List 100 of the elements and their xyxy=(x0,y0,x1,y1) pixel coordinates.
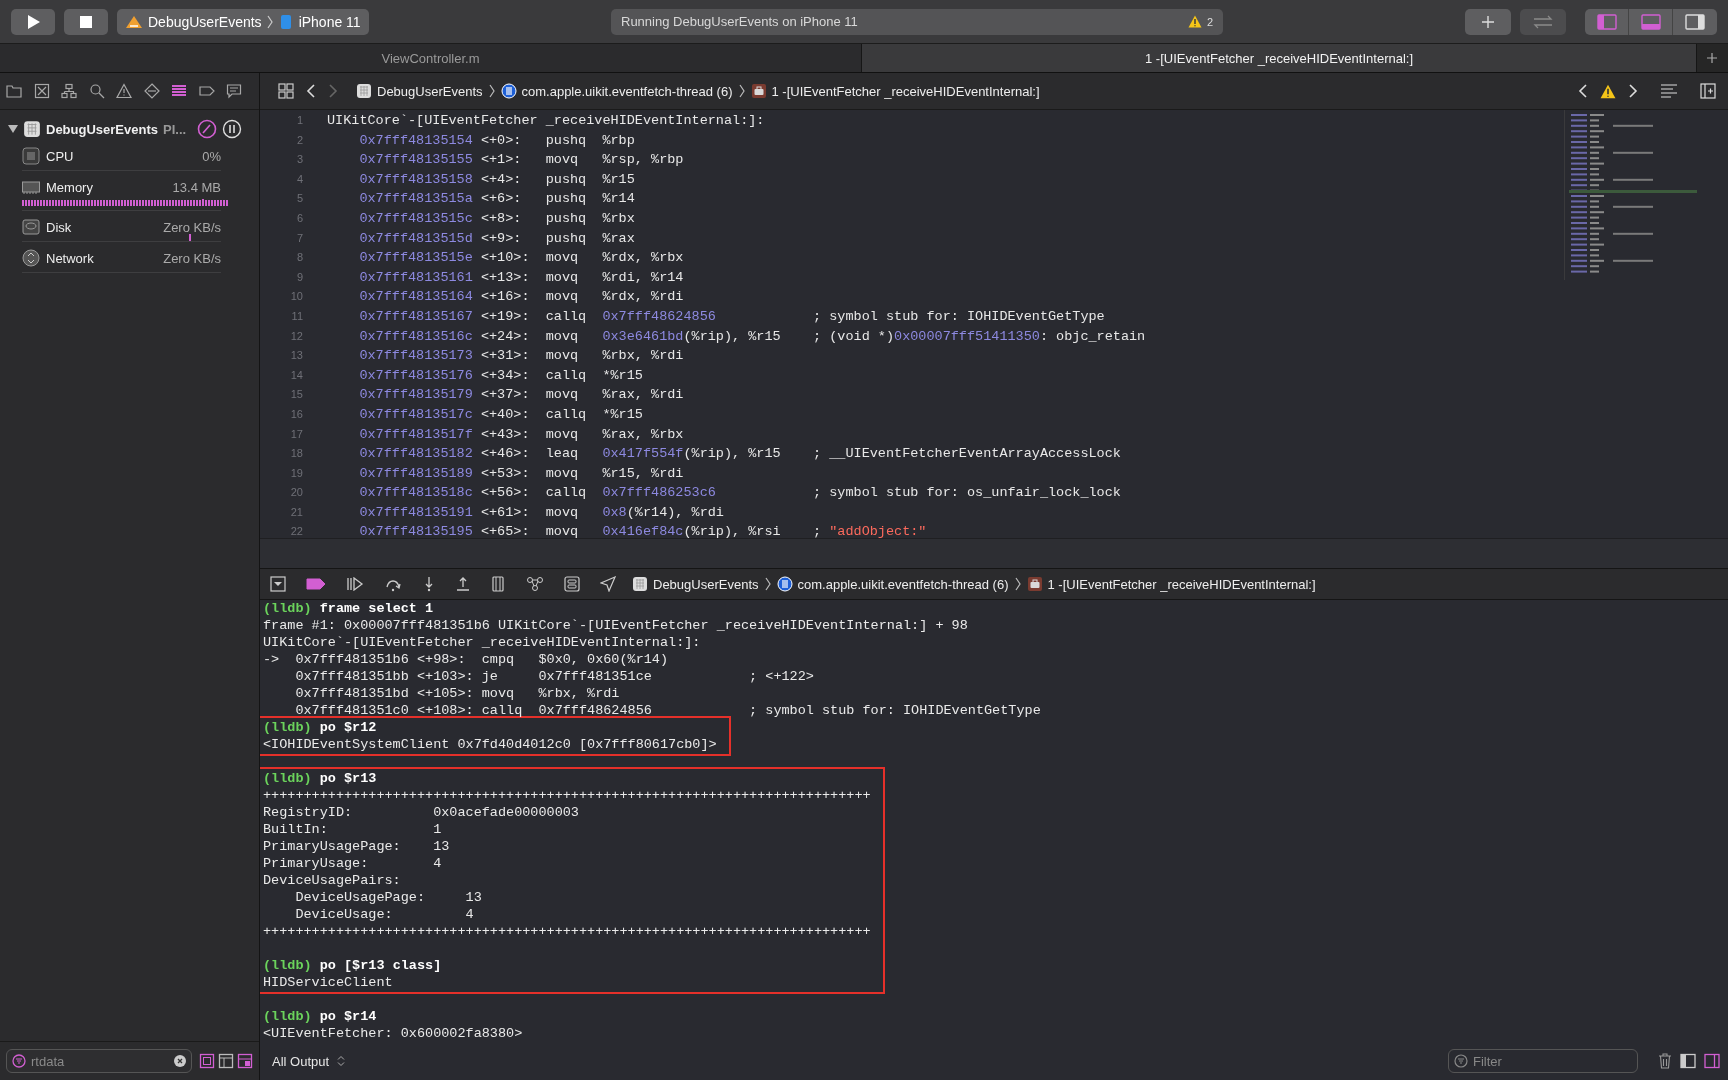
line-number: 20 xyxy=(289,485,303,501)
instruction-address: 0x7fff48135155 xyxy=(359,151,473,170)
console-command: (lldb) po [$r13 class] xyxy=(263,958,442,973)
editor-tab[interactable]: 1 -[UIEventFetcher _receiveHIDEventInternal:] xyxy=(862,44,1697,72)
instruction-mnemonic: pushq xyxy=(545,210,587,226)
breadcrumb-item[interactable]: com.apple.uikit.eventfetch-thread (6) xyxy=(500,83,733,99)
instruction-mnemonic: movq xyxy=(545,387,579,403)
instruction-mnemonic: movq xyxy=(545,524,579,538)
instruction-mnemonic: movq xyxy=(545,269,579,285)
process-name[interactable]: DebugUserEvents xyxy=(46,121,158,137)
instruction-address: 0x7fff48135179 xyxy=(359,386,473,405)
breadcrumb-item[interactable]: DebugUserEvents xyxy=(632,576,759,592)
instruction-offset: <+43>: xyxy=(480,425,530,444)
instruction-address: 0x7fff48135164 xyxy=(359,288,473,307)
code-comment: ; symbol stub for: IOHIDEventGetType xyxy=(813,307,1105,326)
line-number: 19 xyxy=(289,465,303,481)
navigator-filter-field[interactable]: rtdata xyxy=(6,1049,192,1073)
instruction-mnemonic: movq xyxy=(545,328,579,344)
instruction-address: 0x7fff4813515e xyxy=(359,249,473,268)
instruction-operands: %r15 xyxy=(602,171,635,187)
line-number: 21 xyxy=(289,504,303,520)
gauge-value: 0% xyxy=(202,148,221,164)
instruction-address: 0x7fff4813517f xyxy=(359,425,473,444)
gauge-row[interactable]: Network Zero KB/s xyxy=(22,242,221,273)
instruction-mnemonic: pushq xyxy=(545,132,587,148)
line-number: 18 xyxy=(289,446,303,462)
instruction-mnemonic: movq xyxy=(545,289,579,305)
console-output: HIDServiceClient xyxy=(263,974,394,991)
console-output: RegistryID: 0x0acefade00000003 xyxy=(263,804,580,821)
console-filter-field[interactable]: Filter xyxy=(1448,1049,1638,1073)
instruction-address: 0x7fff48135176 xyxy=(359,366,473,385)
console-output: DeviceUsage: 4 xyxy=(294,906,475,923)
instruction-mnemonic: pushq xyxy=(545,191,587,207)
instruction-operands: %rdi, %r14 xyxy=(602,269,684,285)
gauge-label: Memory xyxy=(46,179,94,195)
instruction-mnemonic: callq xyxy=(545,308,587,324)
device-name[interactable]: iPhone 11 xyxy=(298,13,361,30)
gauge-label: Network xyxy=(46,250,95,266)
line-number: 1 xyxy=(295,113,303,128)
instruction-address: 0x7fff48135189 xyxy=(359,464,473,483)
instruction-address: 0x7fff48135191 xyxy=(359,503,473,522)
instruction-offset: <+46>: xyxy=(480,445,530,464)
console-output: UIKitCore`-[UIEventFetcher _receiveHIDEventInternal:]: xyxy=(263,634,702,651)
line-number: 15 xyxy=(289,387,303,403)
instruction-mnemonic: movq xyxy=(545,348,579,364)
instruction-operands: %rbp xyxy=(602,132,635,148)
line-number: 6 xyxy=(295,210,303,226)
line-number: 7 xyxy=(295,230,303,246)
instruction-offset: <+0>: xyxy=(480,131,522,150)
console-output: +++++++++++++++++++++++++++++++++++++++++++++++++++++++++++++++++++++++++++ xyxy=(263,787,871,804)
instruction-offset: <+10>: xyxy=(480,249,530,268)
editor-tab[interactable]: ViewController.m xyxy=(0,44,862,72)
instruction-offset: <+53>: xyxy=(480,464,530,483)
console-output: 0x7fff481351bd <+105>: movq %rbx, %rdi xyxy=(294,685,621,702)
scheme-selector[interactable]: DebugUserEvents iPhone 11 xyxy=(117,8,369,35)
line-number: 12 xyxy=(289,328,303,344)
instruction-mnemonic: movq xyxy=(545,465,579,481)
instruction-operands: %rsp, %rbp xyxy=(602,152,684,168)
instruction-offset: <+65>: xyxy=(480,523,530,538)
instruction-mnemonic: movq xyxy=(545,426,579,442)
scheme-name[interactable]: DebugUserEvents xyxy=(148,13,262,30)
console-command: (lldb) po $r14 xyxy=(263,1009,377,1024)
breadcrumb-item[interactable]: 1 -[UIEventFetcher _receiveHIDEventInternal:] xyxy=(1026,576,1316,592)
line-number: 8 xyxy=(295,250,303,266)
breadcrumb-item[interactable]: DebugUserEvents xyxy=(356,83,483,99)
instruction-offset: <+4>: xyxy=(480,170,522,189)
console-output: <IOHIDEventSystemClient 0x7fd40d4012c0 [0x7fff80617cb0]> xyxy=(263,736,717,753)
line-number: 10 xyxy=(289,289,303,305)
breadcrumb-item[interactable]: com.apple.uikit.eventfetch-thread (6) xyxy=(776,576,1009,592)
instruction-address: 0x7fff48135167 xyxy=(359,307,473,326)
gauge-label: Disk xyxy=(46,219,73,235)
line-number: 13 xyxy=(289,348,303,364)
instruction-operands: *%r15 xyxy=(602,367,643,383)
gauge-value: 13.4 MB xyxy=(172,179,221,195)
line-number: 17 xyxy=(289,426,303,442)
instruction-offset: <+19>: xyxy=(480,307,530,326)
instruction-mnemonic: callq xyxy=(545,485,587,501)
code-comment: ; (void *)0x00007fff51411350: objc_retain xyxy=(813,327,1146,346)
instruction-operands: 0x7fff48624856 xyxy=(602,308,716,324)
instruction-operands: %rax xyxy=(602,230,635,246)
console-command: (lldb) po $r12 xyxy=(263,720,377,735)
gauge-row[interactable]: Memory 13.4 MB xyxy=(22,171,221,211)
instruction-operands: 0x8(%r14), %rdi xyxy=(602,504,724,520)
gauge-row[interactable]: Disk Zero KB/s xyxy=(22,211,221,242)
instruction-offset: <+6>: xyxy=(480,190,522,209)
instruction-offset: <+61>: xyxy=(480,503,530,522)
instruction-operands: %rdx, %rdi xyxy=(602,289,684,305)
warning-count[interactable]: 2 xyxy=(1206,15,1213,28)
instruction-mnemonic: movq xyxy=(545,504,579,520)
instruction-mnemonic: movq xyxy=(545,152,579,168)
instruction-address: 0x7fff48135182 xyxy=(359,445,473,464)
code-comment: ; symbol stub for: os_unfair_lock_lock xyxy=(813,484,1121,503)
instruction-address: 0x7fff4813515d xyxy=(359,229,473,248)
code-comment: ; __UIEventFetcherEventArrayAccessLock xyxy=(813,445,1121,464)
output-menu[interactable]: All Output xyxy=(272,1053,330,1069)
breadcrumb-item[interactable]: 1 -[UIEventFetcher _receiveHIDEventInternal:] xyxy=(750,83,1040,99)
console-output: <UIEventFetcher: 0x600002fa8380> xyxy=(263,1025,523,1042)
gauge-row[interactable]: CPU 0% xyxy=(22,140,221,171)
console-output: frame #1: 0x00007fff481351b6 UIKitCore`-[UIEventFetcher _receiveHIDEventInternal:] + 98 xyxy=(263,617,969,634)
instruction-offset: <+13>: xyxy=(480,268,530,287)
